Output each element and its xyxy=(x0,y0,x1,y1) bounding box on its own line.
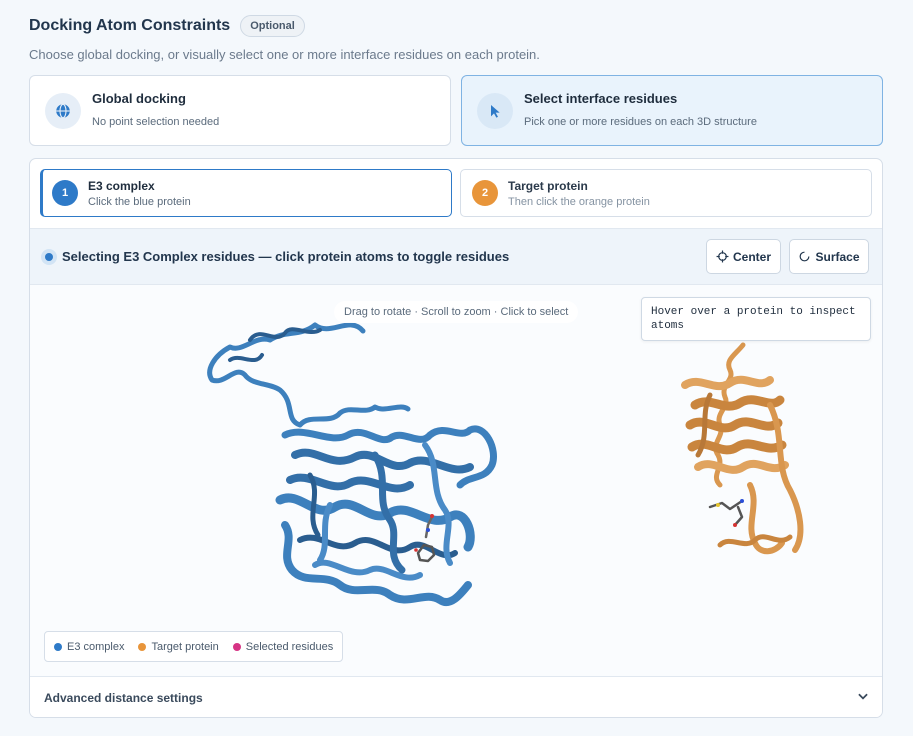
legend-dot-blue xyxy=(54,642,62,651)
center-button[interactable]: Center xyxy=(706,239,781,274)
step-e3-complex[interactable]: 1 E3 complex Click the blue protein xyxy=(40,169,452,217)
step-target-protein[interactable]: 2 Target protein Then click the orange p… xyxy=(460,169,872,217)
page-subtitle: Choose global docking, or visually selec… xyxy=(29,47,540,62)
chevron-down-icon xyxy=(858,693,868,700)
globe-icon xyxy=(45,93,81,129)
optional-badge: Optional xyxy=(240,15,305,37)
selection-status-text: Selecting E3 Complex residues — click pr… xyxy=(62,249,510,264)
advanced-settings-label: Advanced distance settings xyxy=(44,691,203,705)
advanced-settings-toggle[interactable]: Advanced distance settings xyxy=(30,676,882,717)
center-label: Center xyxy=(732,249,771,264)
select-residues-card[interactable]: Select interface residues Pick one or mo… xyxy=(461,75,883,146)
target-protein[interactable] xyxy=(681,342,804,555)
step-e3-desc: Click the blue protein xyxy=(88,195,191,208)
cursor-icon xyxy=(477,93,513,129)
step-target-desc: Then click the orange protein xyxy=(508,195,650,208)
global-docking-title: Global docking xyxy=(92,91,186,106)
residue-selection-panel: 1 E3 complex Click the blue protein 2 Ta… xyxy=(29,158,883,718)
viewer-legend: E3 complex Target protein Selected resid… xyxy=(44,631,344,662)
select-residues-title: Select interface residues xyxy=(524,91,678,106)
legend-item-selected: Selected residues xyxy=(232,640,334,653)
viewer-hint: Drag to rotate · Scroll to zoom · Click … xyxy=(334,301,579,323)
legend-dot-pink xyxy=(232,642,241,651)
e3-complex-protein[interactable] xyxy=(207,322,497,607)
selection-status-bar: Selecting E3 Complex residues — click pr… xyxy=(30,228,882,285)
surface-icon xyxy=(800,251,810,262)
legend-label-e3: E3 complex xyxy=(67,640,125,653)
crosshair-icon xyxy=(716,250,729,263)
atom-inspect-tooltip: Hover over a protein to inspect atoms xyxy=(641,297,871,341)
surface-button[interactable]: Surface xyxy=(789,239,869,274)
step-target-title: Target protein xyxy=(508,178,588,193)
legend-label-selected: Selected residues xyxy=(245,640,334,653)
legend-item-e3: E3 complex xyxy=(54,641,124,653)
title-row: Docking Atom Constraints Optional xyxy=(29,15,305,37)
protein-structures xyxy=(207,322,804,607)
global-docking-card[interactable]: Global docking No point selection needed xyxy=(29,75,451,146)
legend-dot-orange xyxy=(138,642,147,651)
surface-label: Surface xyxy=(815,249,860,264)
legend-label-target: Target protein xyxy=(151,640,219,653)
legend-item-target: Target protein xyxy=(138,640,219,653)
page-title: Docking Atom Constraints xyxy=(29,17,231,34)
select-residues-desc: Pick one or more residues on each 3D str… xyxy=(524,116,757,128)
status-indicator-icon xyxy=(41,249,57,265)
step-number-2: 2 xyxy=(472,180,498,206)
step-number-1: 1 xyxy=(52,180,78,206)
global-docking-desc: No point selection needed xyxy=(92,116,220,128)
molecule-viewer[interactable]: Drag to rotate · Scroll to zoom · Click … xyxy=(30,285,882,676)
step-e3-title: E3 complex xyxy=(88,178,155,193)
